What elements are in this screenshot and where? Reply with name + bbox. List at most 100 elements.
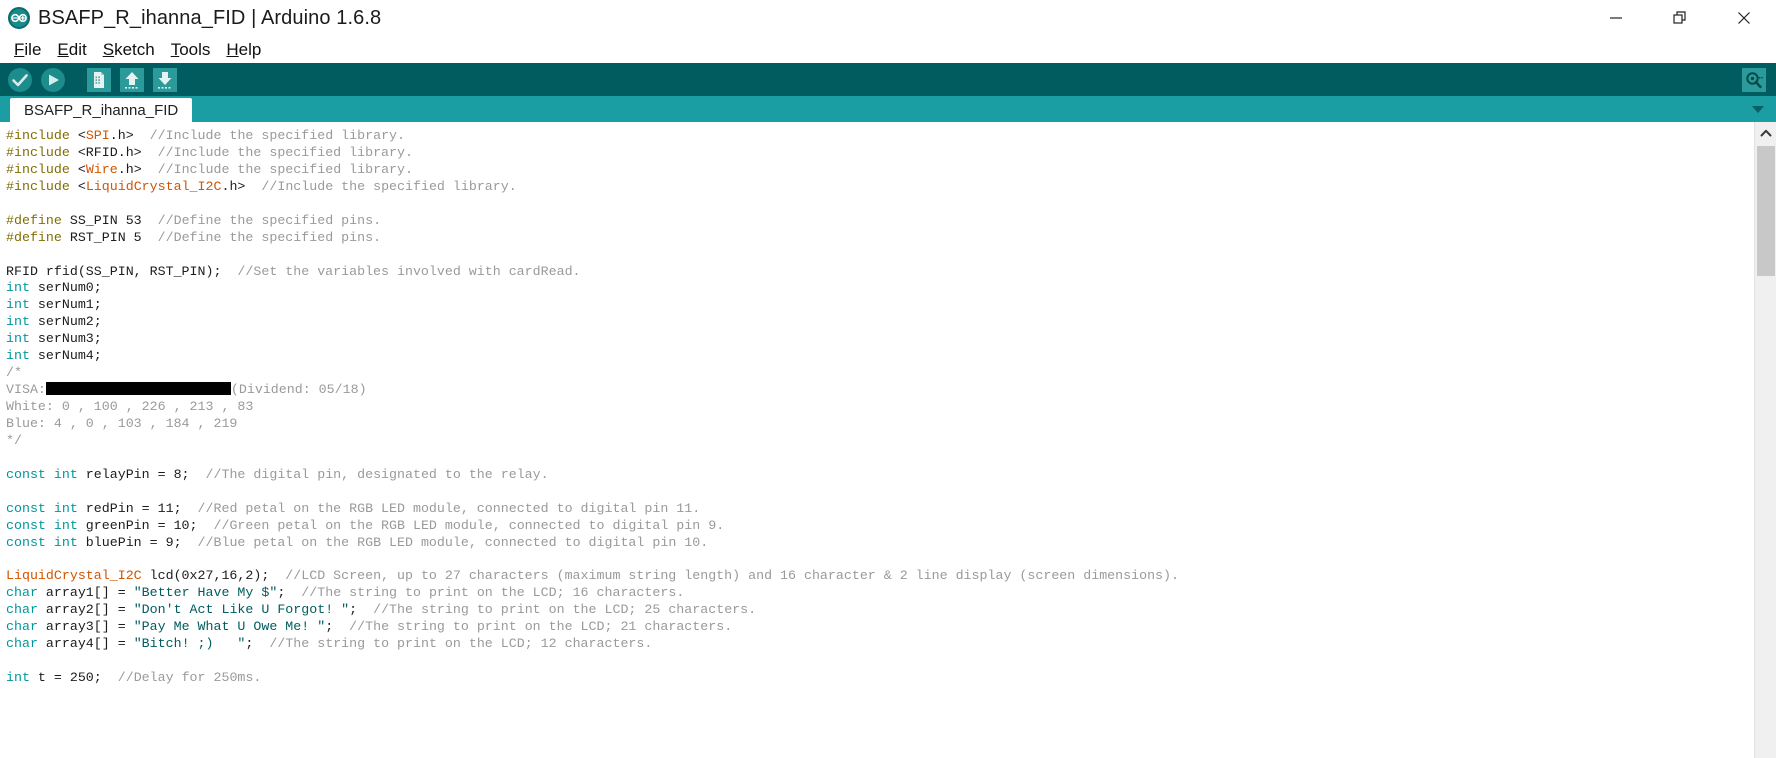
code-token: serNum3; <box>29 331 102 347</box>
toolbar <box>0 63 1776 96</box>
code-text[interactable]: #include <SPI.h> //Include the specified… <box>6 128 1754 687</box>
code-token: //Red petal on the RGB LED module, conne… <box>197 500 701 516</box>
code-token: //The string to print on the LCD; 25 cha… <box>373 602 757 618</box>
code-line: const int relayPin = 8; //The digital pi… <box>6 467 1754 484</box>
code-token: #define <box>6 212 70 228</box>
code-line: #include <SPI.h> //Include the specified… <box>6 128 1754 145</box>
code-line: #define RST_PIN 5 //Define the specified… <box>6 230 1754 247</box>
code-token: array4[] = <box>37 636 134 652</box>
code-token: //Define the specified pins. <box>157 229 382 245</box>
code-token: SS_PIN 53 <box>69 212 158 228</box>
close-button[interactable] <box>1712 0 1776 36</box>
code-line: int serNum1; <box>6 297 1754 314</box>
code-token: //Include the specified library. <box>261 178 517 194</box>
code-token: ; <box>349 602 374 618</box>
title-bar: BSAFP_R_ihanna_FID | Arduino 1.6.8 <box>0 0 1776 36</box>
code-line: #include <Wire.h> //Include the specifie… <box>6 162 1754 179</box>
menu-item-file[interactable]: File <box>6 38 49 62</box>
vertical-scrollbar[interactable] <box>1754 122 1776 758</box>
save-button[interactable] <box>151 66 179 94</box>
code-token: RST_PIN 5 <box>69 229 158 245</box>
redaction-bar <box>45 382 231 396</box>
menu-item-sketch[interactable]: Sketch <box>95 38 163 62</box>
code-line: const int bluePin = 9; //Blue petal on t… <box>6 535 1754 552</box>
code-token: int <box>6 297 30 313</box>
code-line: char array1[] = "Better Have My $"; //Th… <box>6 585 1754 602</box>
code-line: int serNum3; <box>6 331 1754 348</box>
code-token: #define <box>6 229 70 245</box>
code-token: "Pay Me What U Owe Me! " <box>133 619 326 635</box>
code-token: greenPin = 10; <box>77 517 214 533</box>
code-token: #include <box>6 161 78 177</box>
open-button[interactable] <box>118 66 146 94</box>
code-token: lcd(0x27,16,2); <box>141 568 286 584</box>
new-button[interactable] <box>85 66 113 94</box>
tab-bsafp-r-ihanna-fid[interactable]: BSAFP_R_ihanna_FID <box>10 98 193 122</box>
code-token: int <box>6 314 30 330</box>
code-token: array1[] = <box>37 585 134 601</box>
code-token: //Define the specified pins. <box>157 212 382 228</box>
code-token: .h> <box>109 128 150 143</box>
code-token: ; <box>277 585 302 601</box>
restore-button[interactable] <box>1648 0 1712 36</box>
serial-monitor-button[interactable] <box>1740 66 1768 94</box>
scroll-up-icon[interactable] <box>1755 122 1776 144</box>
code-token: VISA: <box>6 382 46 398</box>
code-editor[interactable]: #include <SPI.h> //Include the specified… <box>0 122 1754 758</box>
menu-item-edit[interactable]: Edit <box>49 38 94 62</box>
window-controls <box>1584 0 1776 36</box>
code-line: LiquidCrystal_I2C lcd(0x27,16,2); //LCD … <box>6 568 1754 585</box>
code-line: int t = 250; //Delay for 250ms. <box>6 670 1754 687</box>
menu-item-tools[interactable]: Tools <box>163 38 219 62</box>
code-token: //The string to print on the LCD; 21 cha… <box>349 619 733 635</box>
code-token: //The digital pin, designated to the rel… <box>205 466 549 482</box>
code-token: <RFID.h> <box>77 144 158 160</box>
code-line: char array3[] = "Pay Me What U Owe Me! "… <box>6 619 1754 636</box>
code-token: char <box>6 585 38 601</box>
chevron-down-icon[interactable] <box>1744 98 1772 120</box>
code-token: //LCD Screen, up to 27 characters (maxim… <box>285 568 1179 584</box>
editor-area: #include <SPI.h> //Include the specified… <box>0 122 1776 758</box>
code-line: RFID rfid(SS_PIN, RST_PIN); //Set the va… <box>6 264 1754 281</box>
code-token: Wire <box>85 161 118 177</box>
code-token: serNum4; <box>29 348 102 364</box>
tab-bar: BSAFP_R_ihanna_FID <box>0 96 1776 122</box>
code-token: const int <box>6 517 78 533</box>
code-token: SPI <box>85 128 110 143</box>
code-line: #include <LiquidCrystal_I2C.h> //Include… <box>6 179 1754 196</box>
code-token: "Better Have My $" <box>133 585 278 601</box>
code-token: char <box>6 602 38 618</box>
code-token: //The string to print on the LCD; 12 cha… <box>269 636 653 652</box>
code-token: //Green petal on the RGB LED module, con… <box>213 517 725 533</box>
code-token: char <box>6 619 38 635</box>
code-token: int <box>6 348 30 364</box>
code-line: int serNum0; <box>6 280 1754 297</box>
code-token: (Dividend: 05/18) <box>230 382 367 398</box>
verify-button[interactable] <box>6 66 34 94</box>
scrollbar-thumb[interactable] <box>1757 146 1775 276</box>
code-line: int serNum2; <box>6 314 1754 331</box>
minimize-button[interactable] <box>1584 0 1648 36</box>
code-token: #include <box>6 128 78 143</box>
code-token: const int <box>6 500 78 516</box>
arduino-infinity-icon <box>8 7 30 29</box>
code-line: char array4[] = "Bitch! ;) "; //The stri… <box>6 636 1754 653</box>
code-token: .h> <box>117 161 158 177</box>
code-token: //Include the specified library. <box>157 161 413 177</box>
code-token: redPin = 11; <box>77 500 198 516</box>
code-token: //Set the variables involved with cardRe… <box>237 263 581 279</box>
code-token: //Include the specified library. <box>149 128 406 143</box>
code-line: int serNum4; <box>6 348 1754 365</box>
menu-item-help[interactable]: Help <box>218 38 269 62</box>
tab-label: BSAFP_R_ihanna_FID <box>24 101 179 119</box>
code-token: RFID rfid(SS_PIN, RST_PIN); <box>6 263 238 279</box>
code-token: //Delay for 250ms. <box>117 670 262 685</box>
code-token: LiquidCrystal_I2C <box>85 178 222 194</box>
upload-button[interactable] <box>39 66 67 94</box>
